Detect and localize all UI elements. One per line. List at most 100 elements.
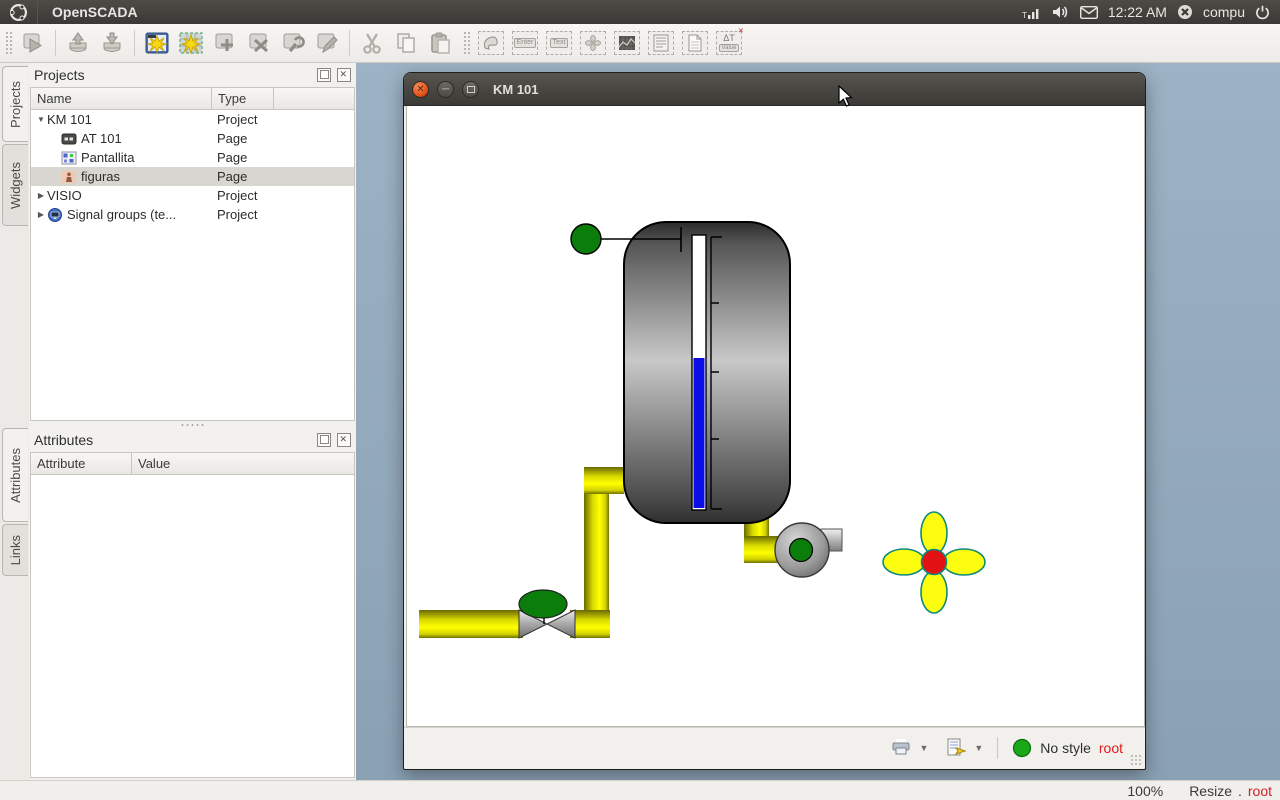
text-glyph: Text: [550, 38, 569, 47]
paste-button[interactable]: [424, 27, 456, 59]
tab-widgets[interactable]: Widgets: [2, 144, 28, 226]
svg-text:T: T: [1022, 11, 1027, 19]
column-name[interactable]: Name: [31, 91, 211, 106]
monitor-project-icon: [47, 208, 63, 222]
projects-tree: ▼ KM 101 Project AT 101 Page: [30, 110, 355, 421]
style-status-icon: [1012, 738, 1032, 758]
add-item-button[interactable]: [209, 27, 241, 59]
screen-page-icon: [61, 151, 77, 165]
style-label[interactable]: No style: [1040, 740, 1091, 756]
attributes-close-button[interactable]: [337, 433, 351, 447]
expander-icon[interactable]: ▶: [35, 191, 47, 200]
mail-icon[interactable]: [1080, 6, 1098, 19]
save-to-db-button[interactable]: [96, 27, 128, 59]
mdi-workspace[interactable]: ✕ ─ KM 101: [356, 63, 1280, 780]
valve-indicator[interactable]: [519, 590, 567, 618]
tab-attributes[interactable]: Attributes: [2, 428, 28, 522]
media-widget-button[interactable]: [577, 27, 609, 59]
attributes-float-button[interactable]: [317, 433, 331, 447]
protocol-widget-button[interactable]: [645, 27, 677, 59]
scada-canvas[interactable]: [406, 106, 1145, 727]
fan[interactable]: [883, 512, 985, 613]
column-value[interactable]: Value: [132, 456, 252, 471]
pump[interactable]: [775, 523, 842, 577]
tree-row-figuras[interactable]: figuras Page: [31, 167, 354, 186]
km101-window: ✕ ─ KM 101: [403, 72, 1146, 770]
tree-row-pantallita[interactable]: Pantallita Page: [31, 148, 354, 167]
window-maximize-button[interactable]: [462, 81, 479, 98]
figure-page-icon: [61, 170, 77, 184]
print-button[interactable]: [891, 738, 911, 759]
attributes-panel: Attributes Attribute Value: [30, 428, 355, 778]
tank: [624, 222, 790, 523]
window-close-button[interactable]: ✕: [412, 81, 429, 98]
column-type[interactable]: Type: [212, 91, 273, 106]
column-attribute[interactable]: Attribute: [31, 456, 131, 471]
main-toolbar: Enter Text ΔT Value ✕: [0, 24, 1280, 63]
print-dropdown[interactable]: ▼: [919, 743, 928, 753]
diagram-widget-button[interactable]: [611, 27, 643, 59]
item-properties-button[interactable]: [277, 27, 309, 59]
pump-indicator[interactable]: [790, 539, 813, 562]
attributes-table-body: [30, 475, 355, 778]
new-project-button[interactable]: [141, 27, 173, 59]
export-button[interactable]: [946, 738, 966, 759]
new-widgets-library-button[interactable]: [175, 27, 207, 59]
session-menu-icon[interactable]: [1177, 4, 1193, 20]
app-title: OpenSCADA: [52, 4, 138, 20]
cut-button[interactable]: [356, 27, 388, 59]
desktop-top-panel: OpenSCADA T 12:22 AM: [0, 0, 1280, 24]
pipe-valve-elbow: [570, 610, 610, 638]
tree-row-km101[interactable]: ▼ KM 101 Project: [31, 110, 354, 129]
km101-titlebar[interactable]: ✕ ─ KM 101: [404, 73, 1145, 106]
app-user-label[interactable]: root: [1248, 783, 1272, 799]
tree-row-signal-groups[interactable]: ▶ Signal groups (te... Project: [31, 205, 354, 224]
tree-row-visio[interactable]: ▶ VISIO Project: [31, 186, 354, 205]
sensor-indicator[interactable]: [571, 224, 601, 254]
export-dropdown[interactable]: ▼: [974, 743, 983, 753]
window-user-label[interactable]: root: [1099, 740, 1123, 756]
form-elements-button[interactable]: Enter: [509, 27, 541, 59]
left-tab-strip: Projects Widgets Attributes Links: [0, 63, 29, 780]
pipe-tank-inlet: [584, 467, 624, 494]
panel-splitter[interactable]: [30, 421, 355, 428]
toolbar-handle[interactable]: [5, 31, 13, 55]
hostname-label[interactable]: compu: [1203, 4, 1245, 20]
value-glyph: Value: [719, 44, 740, 52]
elementary-figure-button[interactable]: [475, 27, 507, 59]
value-badge: ✕: [738, 29, 743, 34]
delta-glyph: ΔT: [723, 34, 735, 43]
level-bar: [694, 358, 705, 508]
document-widget-button[interactable]: [679, 27, 711, 59]
delete-item-button[interactable]: [243, 27, 275, 59]
attributes-panel-title: Attributes: [34, 432, 311, 448]
mode-label[interactable]: Resize: [1189, 783, 1232, 799]
scada-scene: [407, 106, 1145, 727]
window-minimize-button[interactable]: ─: [437, 81, 454, 98]
widgets-toolbar-handle[interactable]: [463, 31, 471, 55]
projects-float-button[interactable]: [317, 68, 331, 82]
power-icon[interactable]: [1255, 5, 1270, 20]
copy-button[interactable]: [390, 27, 422, 59]
item-edit-button[interactable]: [311, 27, 343, 59]
ubuntu-logo-icon[interactable]: [0, 0, 38, 24]
zoom-level[interactable]: 100%: [1127, 783, 1163, 799]
window-resize-grip[interactable]: [1130, 754, 1142, 766]
window-title: KM 101: [493, 82, 539, 97]
clock[interactable]: 12:22 AM: [1108, 4, 1167, 20]
volume-icon[interactable]: [1052, 5, 1070, 19]
expander-icon[interactable]: ▼: [35, 115, 47, 124]
tree-row-at101[interactable]: AT 101 Page: [31, 129, 354, 148]
network-signal-icon[interactable]: T: [1022, 5, 1042, 19]
expander-icon[interactable]: ▶: [35, 210, 47, 219]
tab-links[interactable]: Links: [2, 524, 28, 576]
fan-hub: [922, 550, 947, 575]
text-widget-button[interactable]: Text: [543, 27, 575, 59]
pipe-left-horizontal: [419, 610, 523, 638]
projects-close-button[interactable]: [337, 68, 351, 82]
load-from-db-button[interactable]: [62, 27, 94, 59]
run-project-execution-button[interactable]: [17, 27, 49, 59]
function-value-button[interactable]: ΔT Value ✕: [713, 27, 745, 59]
tab-projects[interactable]: Projects: [2, 66, 28, 142]
valve[interactable]: [519, 590, 575, 638]
